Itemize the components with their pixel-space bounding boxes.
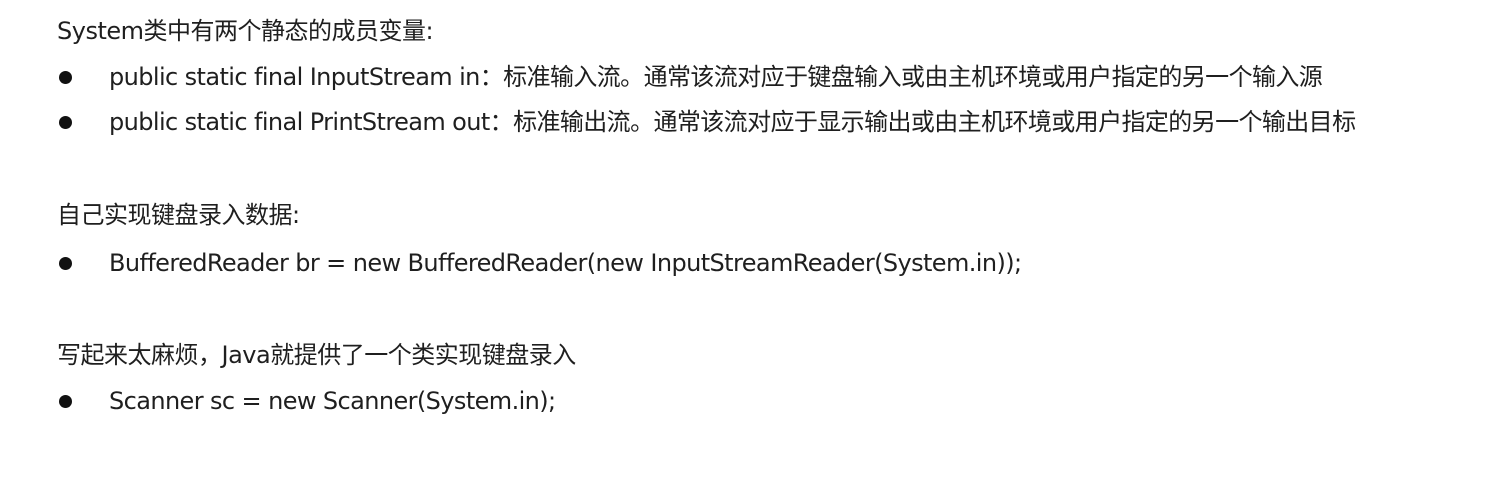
- section-heading-scanner: 写起来太麻烦，Java就提供了一个类实现键盘录入: [57, 341, 576, 369]
- section-heading-custom-input: 自己实现键盘录入数据:: [57, 201, 300, 229]
- bullet-text: public static final InputStream in：标准输入流…: [109, 63, 1323, 91]
- section-heading-system-fields: System类中有两个静态的成员变量:: [57, 17, 434, 45]
- bullet-icon: [59, 395, 72, 408]
- bullet-text: BufferedReader br = new BufferedReader(n…: [109, 249, 1022, 277]
- bullet-icon: [59, 71, 72, 84]
- slide-content: System类中有两个静态的成员变量: public static final …: [0, 0, 1495, 495]
- bullet-icon: [59, 116, 72, 129]
- bullet-icon: [59, 257, 72, 270]
- bullet-text: Scanner sc = new Scanner(System.in);: [109, 387, 556, 415]
- bullet-text: public static final PrintStream out：标准输出…: [109, 108, 1356, 136]
